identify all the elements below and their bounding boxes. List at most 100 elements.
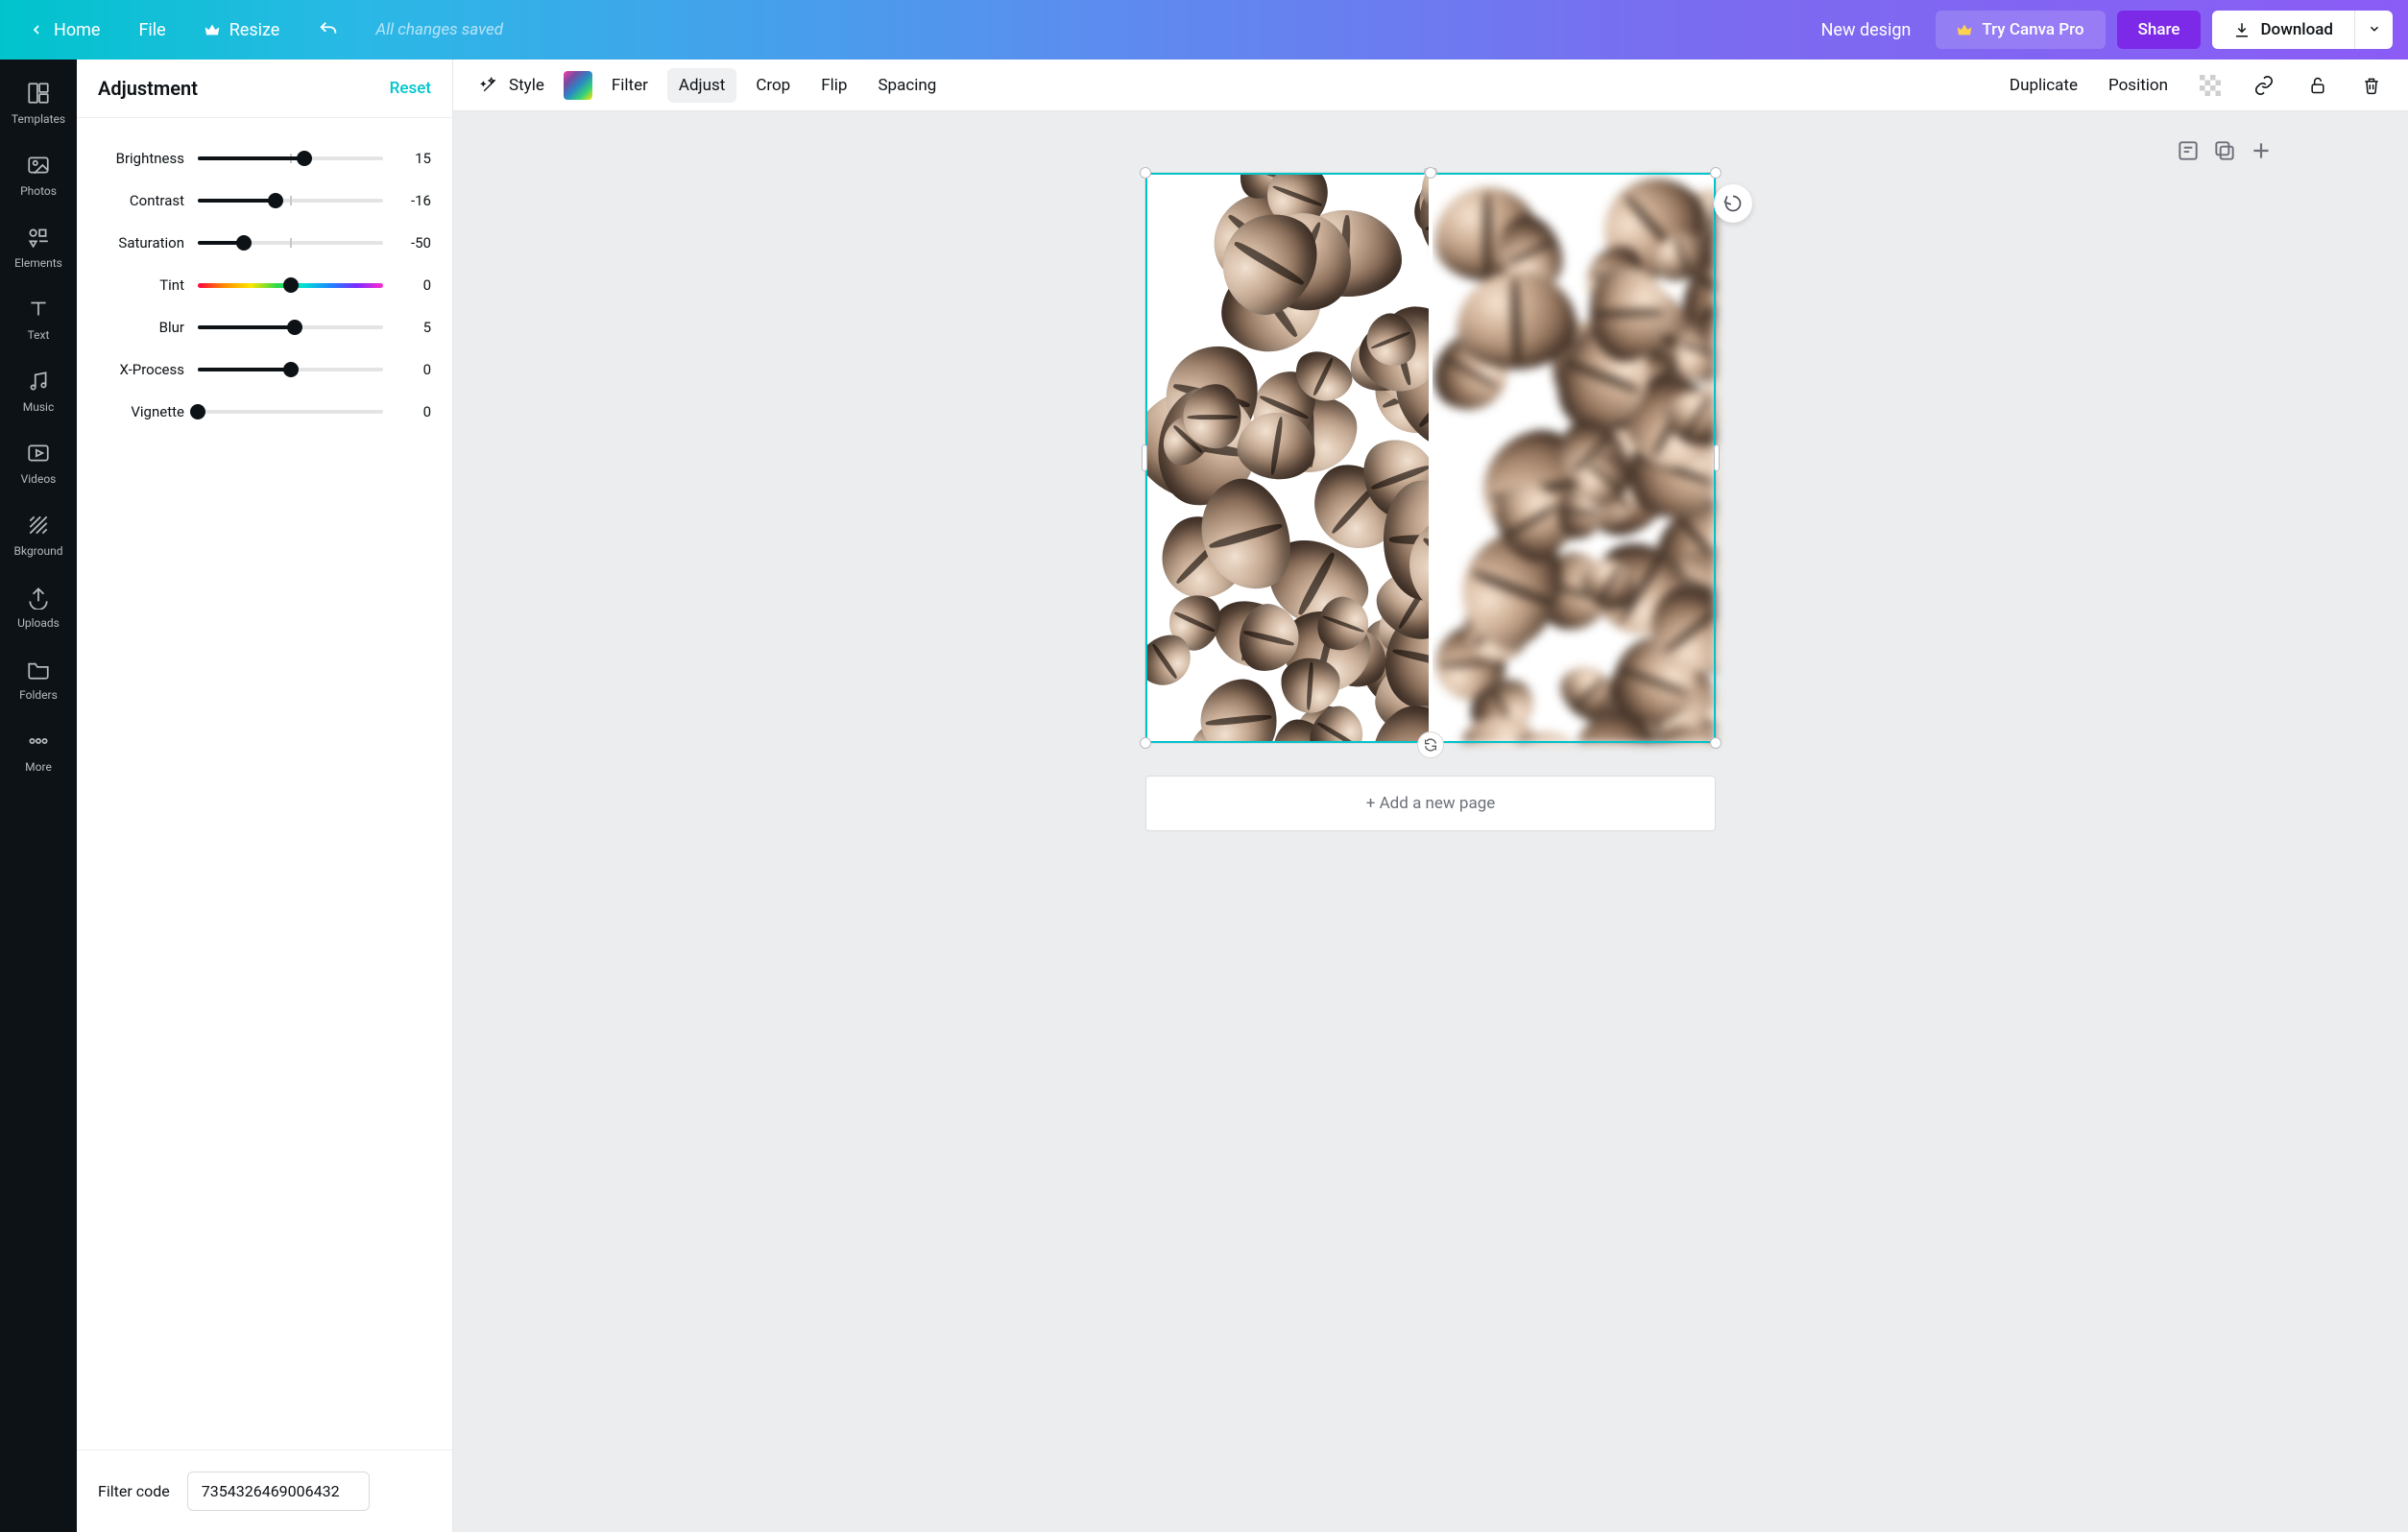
rail-item-more[interactable]: More	[0, 715, 77, 787]
folders-icon	[26, 657, 51, 684]
reset-button[interactable]: Reset	[390, 79, 431, 98]
resize-handle-br[interactable]	[1710, 737, 1722, 749]
duplicate-label: Duplicate	[2010, 76, 2078, 95]
templates-icon	[26, 81, 51, 108]
filter-code-input[interactable]	[187, 1472, 370, 1511]
flip-button[interactable]: Flip	[809, 68, 858, 103]
rail-item-videos[interactable]: Videos	[0, 427, 77, 499]
more-icon	[26, 729, 51, 756]
lock-button[interactable]	[2295, 66, 2341, 105]
home-label: Home	[54, 20, 100, 40]
undo-icon	[318, 19, 339, 40]
page-duplicate-button[interactable]	[2212, 138, 2237, 163]
delete-button[interactable]	[2348, 66, 2395, 105]
resize-handle-tr[interactable]	[1710, 167, 1722, 179]
sync-indicator	[1417, 731, 1444, 758]
slider-label: Brightness	[98, 150, 184, 167]
slider-thumb[interactable]	[236, 235, 252, 251]
save-status: All changes saved	[364, 20, 503, 39]
slider-label: X-Process	[98, 361, 184, 378]
slider-thumb[interactable]	[268, 193, 283, 208]
rail-item-bkground[interactable]: Bkground	[0, 499, 77, 571]
rail-item-elements[interactable]: Elements	[0, 211, 77, 283]
slider-thumb[interactable]	[283, 277, 299, 293]
page-add-button[interactable]	[2249, 138, 2274, 163]
panel-title: Adjustment	[98, 77, 198, 100]
videos-icon	[26, 441, 51, 468]
new-design-button[interactable]: New design	[1808, 12, 1925, 48]
color-picker[interactable]	[564, 71, 592, 100]
slider-tint: Tint0	[98, 264, 431, 306]
rail-item-templates[interactable]: Templates	[0, 67, 77, 139]
adjust-button[interactable]: Adjust	[667, 68, 736, 103]
rail-label: Photos	[20, 184, 57, 198]
canvas-area[interactable]: + Add a new page	[453, 111, 2408, 1532]
crop-button[interactable]: Crop	[744, 68, 802, 103]
crown-icon	[1957, 23, 1972, 36]
transparency-button[interactable]	[2187, 66, 2233, 105]
resize-menu[interactable]: Resize	[191, 12, 294, 48]
slider-label: Contrast	[98, 192, 184, 209]
resize-handle-tl[interactable]	[1140, 167, 1151, 179]
slider-track[interactable]	[198, 275, 383, 295]
slider-track[interactable]	[198, 318, 383, 337]
filter-label: Filter	[612, 76, 648, 95]
slider-thumb[interactable]	[283, 362, 299, 377]
slider-value: 0	[397, 361, 431, 378]
try-pro-button[interactable]: Try Canva Pro	[1936, 11, 2105, 49]
resize-label: Resize	[229, 20, 280, 40]
resize-handle-tm[interactable]	[1425, 167, 1436, 179]
slider-x-process: X-Process 0	[98, 348, 431, 391]
slider-thumb[interactable]	[190, 404, 205, 419]
slider-value: 0	[397, 276, 431, 294]
selection-left-half	[1145, 173, 1432, 743]
slider-track[interactable]	[198, 149, 383, 168]
left-rail: Templates Photos Elements Text MusicVideosBk…	[0, 60, 77, 1532]
rotate-button[interactable]	[1714, 184, 1752, 223]
resize-handle-left[interactable]	[1142, 444, 1147, 471]
resize-handle-right[interactable]	[1714, 444, 1720, 471]
context-toolbar: Style Filter Adjust Crop Flip Spacing Du…	[453, 60, 2408, 111]
position-button[interactable]: Position	[2097, 68, 2179, 103]
slider-track[interactable]	[198, 360, 383, 379]
slider-thumb[interactable]	[287, 320, 302, 335]
download-button[interactable]: Download	[2212, 11, 2354, 49]
slider-contrast: Contrast -16	[98, 180, 431, 222]
chevron-down-icon	[2368, 21, 2381, 39]
slider-track[interactable]	[198, 191, 383, 210]
slider-value: -16	[397, 192, 431, 209]
link-button[interactable]	[2241, 66, 2287, 105]
rail-label: More	[25, 760, 52, 774]
new-design-label: New design	[1821, 20, 1912, 40]
resize-handle-bl[interactable]	[1140, 737, 1151, 749]
rail-item-music[interactable]: Music	[0, 355, 77, 427]
slider-track[interactable]	[198, 233, 383, 252]
duplicate-button[interactable]: Duplicate	[1998, 68, 2089, 103]
canvas-page[interactable]	[1145, 173, 1716, 743]
link-icon	[2252, 74, 2276, 97]
rail-item-text[interactable]: Text	[0, 283, 77, 355]
filter-button[interactable]: Filter	[600, 68, 660, 103]
home-button[interactable]: Home	[15, 12, 113, 48]
download-caret[interactable]	[2354, 11, 2393, 49]
photos-icon	[26, 153, 51, 180]
compare-divider[interactable]	[1429, 173, 1433, 743]
file-menu[interactable]: File	[125, 12, 179, 48]
slider-track[interactable]	[198, 402, 383, 421]
download-label: Download	[2260, 20, 2333, 39]
spacing-button[interactable]: Spacing	[866, 68, 948, 103]
undo-button[interactable]	[304, 12, 352, 48]
page-notes-button[interactable]	[2176, 138, 2201, 163]
lock-icon	[2306, 74, 2329, 97]
share-button[interactable]: Share	[2117, 11, 2202, 49]
rail-item-photos[interactable]: Photos	[0, 139, 77, 211]
slider-label: Saturation	[98, 234, 184, 251]
rail-item-folders[interactable]: Folders	[0, 643, 77, 715]
rail-label: Text	[28, 328, 50, 342]
rail-item-uploads[interactable]: Uploads	[0, 571, 77, 643]
slider-thumb[interactable]	[297, 151, 312, 166]
rail-label: Elements	[14, 256, 62, 270]
trash-icon	[2360, 74, 2383, 97]
add-page-button[interactable]: + Add a new page	[1145, 776, 1716, 831]
style-button[interactable]: Style	[467, 66, 556, 105]
